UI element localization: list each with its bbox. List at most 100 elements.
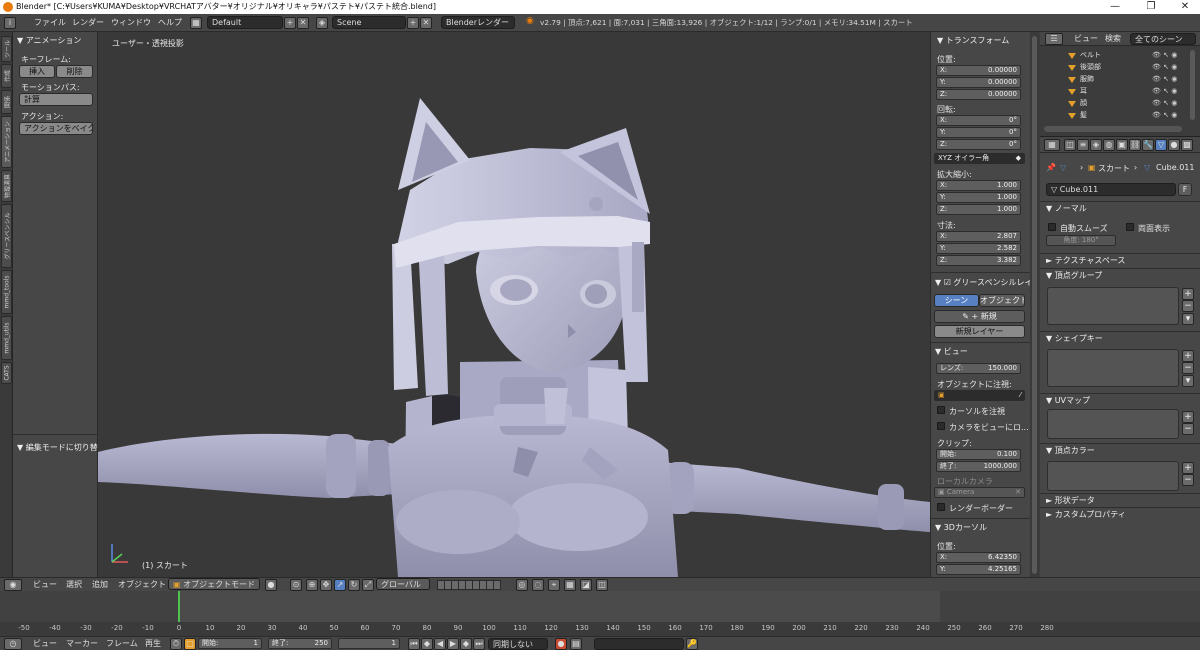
- grease-scene-button[interactable]: シーン: [934, 294, 979, 307]
- 3d-viewport[interactable]: ユーザー・透視投影 (1) スカート: [98, 32, 930, 577]
- minimize-button[interactable]: —: [1098, 0, 1132, 14]
- local-camera-field[interactable]: ▣ Camera ✕: [934, 487, 1025, 498]
- shading-solid-icon[interactable]: ●: [265, 579, 277, 591]
- rotation-mode-dropdown[interactable]: XYZ オイラー角 ◆: [934, 153, 1025, 164]
- layer-lock-icon[interactable]: ◎: [516, 579, 528, 591]
- scale-x-field[interactable]: X: 1.000: [936, 180, 1021, 191]
- sync-mode-dropdown[interactable]: 同期しない: [488, 638, 548, 650]
- clip-start-field[interactable]: 開始: 0.100: [936, 449, 1021, 460]
- transform-orientation-dropdown[interactable]: グローバル: [376, 578, 430, 590]
- editor-type-3d-icon[interactable]: ◉: [4, 579, 22, 591]
- texture-tab-icon[interactable]: ▩: [1181, 139, 1193, 151]
- visibility-icons[interactable]: 👁 ↖ ◉: [1152, 62, 1177, 73]
- view-panel-header[interactable]: ▼ ビュー: [935, 346, 968, 357]
- lock-object-field[interactable]: ▣ ⁄: [934, 390, 1025, 401]
- outliner-hscrollbar[interactable]: [1044, 126, 1182, 132]
- dimensions-x-field[interactable]: X: 2.807: [936, 231, 1021, 242]
- tab-grease-pencil[interactable]: グリースペンシル: [1, 204, 12, 268]
- outliner-vscrollbar[interactable]: [1190, 50, 1195, 120]
- outliner-editor-icon[interactable]: ☰: [1045, 33, 1063, 45]
- screen-layout-field[interactable]: Default: [207, 16, 283, 29]
- uv-maps-panel-header[interactable]: ▼ UVマップ: [1046, 395, 1090, 406]
- dimensions-y-field[interactable]: Y: 2.582: [936, 243, 1021, 254]
- tab-create[interactable]: 作成: [1, 64, 12, 88]
- rotation-y-field[interactable]: Y: 0°: [936, 127, 1021, 138]
- operator-panel-header[interactable]: ▼ 編集モードに切り替え: [17, 442, 106, 453]
- add-scene-icon[interactable]: +: [407, 17, 419, 29]
- outliner-search-menu[interactable]: 検索: [1105, 33, 1121, 45]
- pin-icon[interactable]: 📌: [1046, 163, 1056, 172]
- object-tab-icon[interactable]: ▣: [1116, 139, 1128, 151]
- play-reverse-icon[interactable]: ◀: [434, 638, 446, 650]
- mesh-name-field[interactable]: ▽ Cube.011: [1046, 183, 1176, 196]
- shape-key-menu-icon[interactable]: ▾: [1182, 375, 1194, 387]
- lens-field[interactable]: レンズ: 150.000: [936, 363, 1021, 374]
- add-uv-map-button[interactable]: +: [1182, 411, 1194, 423]
- location-z-field[interactable]: Z: 0.00000: [936, 89, 1021, 100]
- maximize-button[interactable]: ❐: [1134, 0, 1168, 14]
- lock-camera-checkbox[interactable]: [937, 422, 945, 430]
- new-layer-button[interactable]: 新規レイヤー: [934, 325, 1025, 338]
- geometry-data-panel-header[interactable]: ► 形状データ: [1046, 495, 1095, 506]
- timeline-menu-playback[interactable]: 再生: [145, 638, 161, 650]
- lock-cursor-checkbox[interactable]: [937, 406, 945, 414]
- outliner-view-menu[interactable]: ビュー: [1074, 33, 1098, 45]
- scale-manipulator-icon[interactable]: ⤢: [362, 579, 374, 591]
- visibility-icons[interactable]: 👁 ↖ ◉: [1152, 110, 1177, 121]
- bake-action-button[interactable]: アクションをベイク: [19, 122, 93, 135]
- double-sided-checkbox[interactable]: [1126, 223, 1134, 231]
- layer-buttons[interactable]: [437, 580, 501, 590]
- cursor-y-field[interactable]: Y: 4.25165: [936, 564, 1021, 575]
- add-vertex-group-button[interactable]: +: [1182, 288, 1194, 300]
- render-tab-icon[interactable]: ◫: [1064, 139, 1076, 151]
- scene-tab-icon[interactable]: ◈: [1090, 139, 1102, 151]
- visibility-icons[interactable]: 👁 ↖ ◉: [1152, 86, 1177, 97]
- move-manipulator-icon[interactable]: ↗: [334, 579, 346, 591]
- rotation-x-field[interactable]: X: 0°: [936, 115, 1021, 126]
- timeline-editor[interactable]: -50 -40 -30 -20 -10 0 10 20 30 40 50 60 …: [0, 591, 1200, 650]
- timeline-ruler[interactable]: -50 -40 -30 -20 -10 0 10 20 30 40 50 60 …: [0, 622, 1200, 636]
- grease-new-button[interactable]: ✎ + 新規: [934, 310, 1025, 323]
- cursor-x-field[interactable]: X: 6.42350: [936, 552, 1021, 563]
- current-frame-field[interactable]: 1: [338, 638, 400, 649]
- use-preview-range-icon[interactable]: □: [184, 638, 196, 650]
- jump-start-icon[interactable]: ⏮: [408, 638, 420, 650]
- rotation-z-field[interactable]: Z: 0°: [936, 139, 1021, 150]
- prev-keyframe-icon[interactable]: ◆: [421, 638, 433, 650]
- visibility-icons[interactable]: 👁 ↖ ◉: [1152, 74, 1177, 85]
- frame-start-field[interactable]: 開始: 1: [198, 638, 262, 649]
- keying-set-icon[interactable]: ▤: [570, 638, 582, 650]
- texture-space-panel-header[interactable]: ► テクスチャスペース: [1046, 255, 1125, 266]
- outliner-item[interactable]: 顔 👁 ↖ ◉: [1040, 98, 1192, 109]
- editor-type-info-icon[interactable]: i: [4, 17, 16, 29]
- next-keyframe-icon[interactable]: ◆: [460, 638, 472, 650]
- proportional-edit-icon[interactable]: ◌: [532, 579, 544, 591]
- vertex-groups-panel-header[interactable]: ▼ 頂点グループ: [1046, 270, 1102, 281]
- constraints-tab-icon[interactable]: ⛓: [1129, 139, 1141, 151]
- vertex-colors-panel-header[interactable]: ▼ 頂点カラー: [1046, 445, 1095, 456]
- play-icon[interactable]: ▶: [447, 638, 459, 650]
- scale-z-field[interactable]: Z: 1.000: [936, 204, 1021, 215]
- vertex-group-menu-icon[interactable]: ▾: [1182, 313, 1194, 325]
- outliner-item[interactable]: 後頭部 👁 ↖ ◉: [1040, 62, 1192, 73]
- modifiers-tab-icon[interactable]: 🔧: [1142, 139, 1154, 151]
- angle-field[interactable]: 角度: 180°: [1046, 235, 1116, 246]
- insert-keyframe-icon[interactable]: 🔑: [686, 638, 698, 650]
- render-engine-dropdown[interactable]: Blenderレンダー: [441, 16, 515, 29]
- timeline-menu-frame[interactable]: フレーム: [106, 638, 138, 650]
- menu-help[interactable]: ヘルプ: [158, 17, 182, 29]
- sidebar-scrollbar[interactable]: [1030, 32, 1039, 577]
- manipulator-toggle-icon[interactable]: ⊕: [306, 579, 318, 591]
- clip-end-field[interactable]: 終了: 1000.000: [936, 461, 1021, 472]
- delete-keyframe-button[interactable]: 削除: [56, 65, 93, 78]
- outliner-item[interactable]: 髪 👁 ↖ ◉: [1040, 110, 1192, 121]
- normals-panel-header[interactable]: ▼ ノーマル: [1046, 203, 1087, 214]
- remove-vertex-color-button[interactable]: −: [1182, 474, 1194, 486]
- keying-set-field[interactable]: [594, 638, 684, 650]
- visibility-icons[interactable]: 👁 ↖ ◉: [1152, 98, 1177, 109]
- screen-layout-icon[interactable]: ▦: [190, 17, 202, 29]
- auto-keyframe-icon[interactable]: ●: [555, 638, 567, 650]
- outliner-item[interactable]: ベルト 👁 ↖ ◉: [1040, 50, 1192, 61]
- tab-mmd-utils[interactable]: mmd_utils: [1, 316, 12, 360]
- jump-end-icon[interactable]: ⏭: [473, 638, 485, 650]
